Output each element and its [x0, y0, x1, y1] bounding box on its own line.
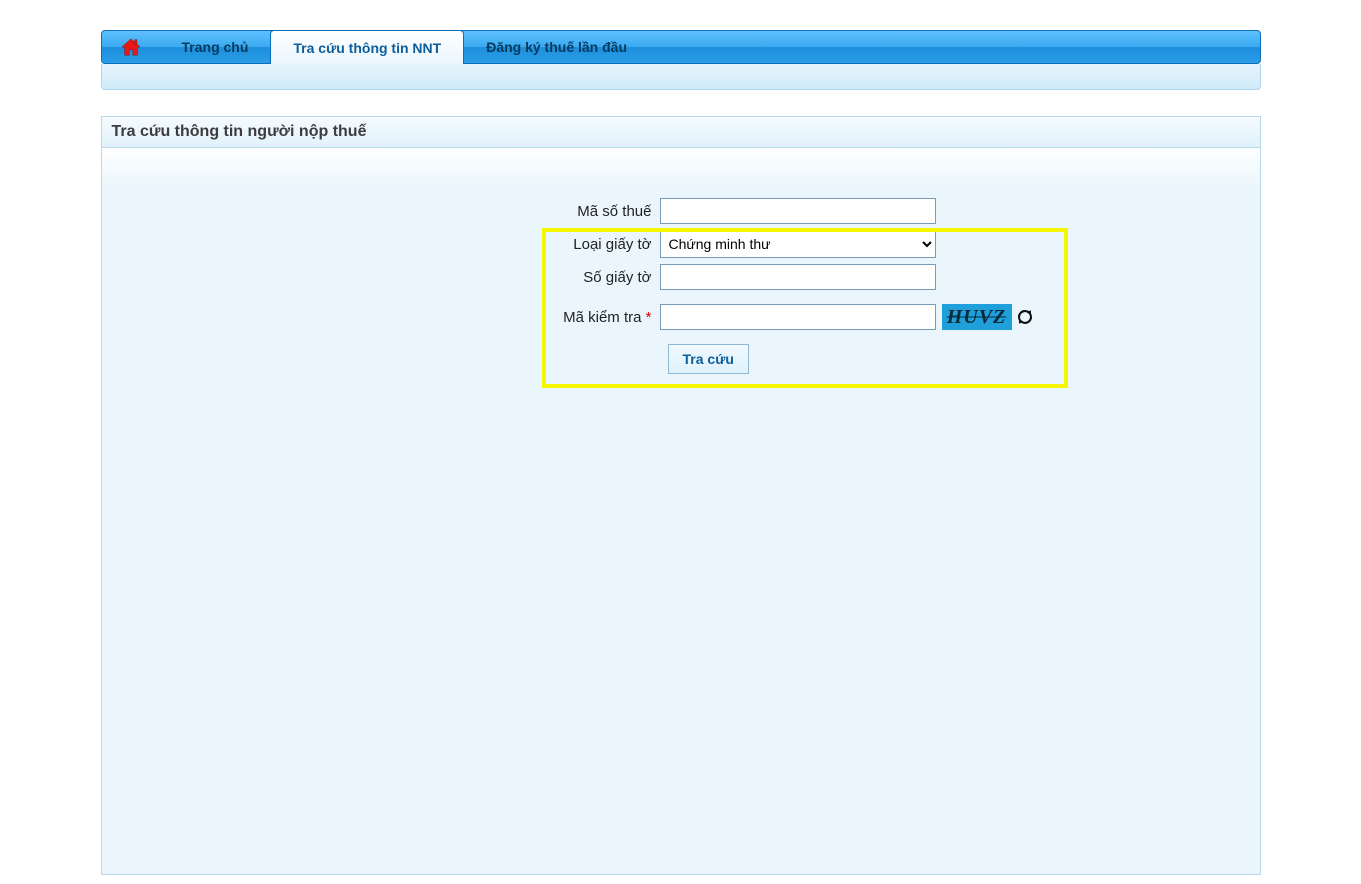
nav-item-label: Tra cứu thông tin NNT	[293, 40, 441, 56]
doc-type-label: Loại giấy tờ	[542, 236, 660, 253]
search-button[interactable]: Tra cứu	[668, 344, 749, 374]
nav-item-label: Đăng ký thuế lần đầu	[486, 39, 627, 55]
captcha-label: Mã kiểm tra *	[542, 309, 660, 326]
required-mark: *	[646, 309, 652, 326]
row-doc-number: Số giấy tờ	[542, 264, 1082, 290]
panel-title: Tra cứu thông tin người nộp thuế	[102, 117, 1260, 148]
doc-number-input[interactable]	[660, 264, 936, 290]
captcha-input[interactable]	[660, 304, 936, 330]
tax-code-label: Mã số thuế	[542, 203, 660, 220]
row-submit: Tra cứu	[542, 344, 1082, 374]
nav-item-trang-chu[interactable]: Trang chủ	[160, 31, 271, 63]
home-icon	[120, 37, 142, 57]
captcha-image: HUVZ	[942, 304, 1012, 330]
main-nav: Trang chủ Tra cứu thông tin NNT Đăng ký …	[101, 30, 1261, 64]
nav-item-dang-ky[interactable]: Đăng ký thuế lần đầu	[464, 31, 649, 63]
row-tax-code: Mã số thuế	[542, 198, 1082, 224]
row-captcha: Mã kiểm tra * HUVZ	[542, 304, 1082, 330]
panel-body: Mã số thuế Loại giấy tờ Chứng minh thư S…	[102, 148, 1260, 874]
tax-code-input[interactable]	[660, 198, 936, 224]
doc-number-label: Số giấy tờ	[542, 269, 660, 286]
lookup-panel: Tra cứu thông tin người nộp thuế Mã số t…	[101, 116, 1261, 875]
row-doc-type: Loại giấy tờ Chứng minh thư	[542, 230, 1082, 258]
sub-nav-bar	[101, 64, 1261, 90]
refresh-captcha-icon[interactable]	[1014, 306, 1036, 328]
nav-item-label: Trang chủ	[182, 39, 249, 55]
nav-item-tra-cuu[interactable]: Tra cứu thông tin NNT	[270, 30, 464, 64]
doc-type-select[interactable]: Chứng minh thư	[660, 230, 936, 258]
nav-home[interactable]	[102, 31, 160, 63]
